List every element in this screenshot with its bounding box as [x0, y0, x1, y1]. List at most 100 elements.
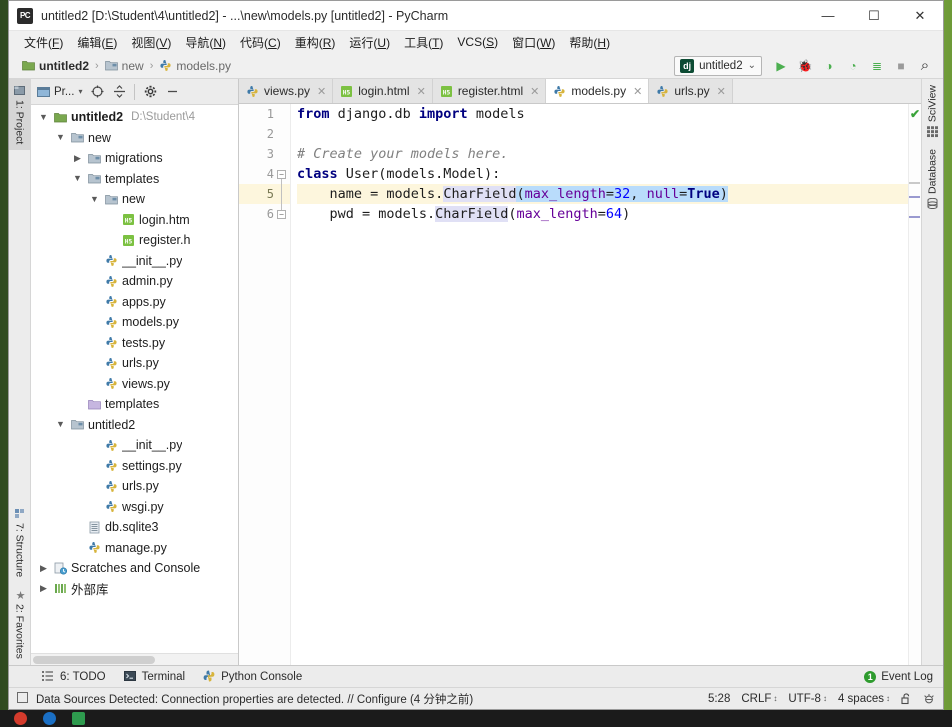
inspection-ok-icon[interactable]: ✔: [910, 107, 920, 121]
tree-node[interactable]: templates: [31, 394, 238, 415]
close-button[interactable]: ✕: [897, 1, 943, 30]
taskbar-app-icon[interactable]: [72, 712, 85, 725]
menu-item-10[interactable]: 帮助(H): [562, 32, 617, 53]
sidebar-item-favorites[interactable]: ★ 2: Favorites: [9, 583, 30, 665]
run-configuration-selector[interactable]: dj untitled2 ⌄: [674, 56, 762, 76]
project-panel-title[interactable]: Pr... ▾: [34, 85, 85, 98]
unlocked-icon[interactable]: [901, 693, 912, 705]
menu-item-5[interactable]: 重构(R): [288, 32, 343, 53]
tree-node[interactable]: ▶Scratches and Console: [31, 558, 238, 579]
menu-item-1[interactable]: 编辑(E): [70, 32, 124, 53]
tree-node[interactable]: ▼new: [31, 189, 238, 210]
tree-node[interactable]: ▶外部库: [31, 579, 238, 600]
code-line[interactable]: pwd = models.CharField(max_length=64): [297, 204, 908, 224]
indent-selector[interactable]: 4 spaces ↕: [838, 693, 890, 705]
sidebar-item-structure[interactable]: 7: Structure: [9, 502, 30, 583]
editor-tab-login-html[interactable]: H5login.html✕: [333, 79, 433, 103]
menu-item-3[interactable]: 导航(N): [178, 32, 233, 53]
close-icon[interactable]: ✕: [530, 85, 539, 98]
select-opened-file-icon[interactable]: [87, 82, 107, 102]
marker-stripe-entry[interactable]: [909, 196, 920, 198]
tree-node[interactable]: wsgi.py: [31, 497, 238, 518]
tree-node[interactable]: __init__.py: [31, 435, 238, 456]
toolwindow-todo[interactable]: 6: TODO: [33, 668, 115, 685]
menu-item-2[interactable]: 视图(V): [124, 32, 178, 53]
toolwindow-python-console[interactable]: Python Console: [194, 668, 311, 685]
tree-node[interactable]: H5login.htm: [31, 210, 238, 231]
minimize-button[interactable]: —: [805, 1, 851, 30]
sidebar-item-project[interactable]: 1: Project: [9, 79, 30, 150]
chevron-right-icon[interactable]: ▶: [37, 582, 50, 595]
profile-button[interactable]: ◔: [841, 55, 865, 77]
tree-node[interactable]: H5register.h: [31, 230, 238, 251]
marker-stripe[interactable]: ✔: [908, 104, 921, 665]
tree-node[interactable]: tests.py: [31, 333, 238, 354]
search-everywhere-button[interactable]: ⌕: [913, 55, 937, 77]
menu-item-4[interactable]: 代码(C): [233, 32, 288, 53]
tree-node[interactable]: __init__.py: [31, 251, 238, 272]
tree-node[interactable]: urls.py: [31, 476, 238, 497]
run-button[interactable]: ▶: [769, 55, 793, 77]
menu-item-9[interactable]: 窗口(W): [505, 32, 562, 53]
scrollbar-thumb[interactable]: [33, 656, 155, 664]
editor-gutter[interactable]: 123456−−: [239, 104, 291, 665]
toolwindow-terminal[interactable]: Terminal: [115, 668, 194, 685]
hector-icon[interactable]: [923, 693, 935, 705]
editor-tab-urls-py[interactable]: urls.py✕: [649, 79, 733, 103]
taskbar-app-icon[interactable]: [14, 712, 27, 725]
tree-node[interactable]: views.py: [31, 374, 238, 395]
tree-node[interactable]: models.py: [31, 312, 238, 333]
status-message[interactable]: Data Sources Detected: Connection proper…: [17, 691, 473, 707]
tree-node[interactable]: ▶migrations: [31, 148, 238, 169]
chevron-right-icon[interactable]: ▶: [37, 562, 50, 575]
line-number[interactable]: 2: [239, 124, 290, 144]
breadcrumb-item-0[interactable]: untitled2: [19, 58, 92, 74]
tree-node[interactable]: ▼untitled2: [31, 415, 238, 436]
fold-collapse-icon[interactable]: −: [277, 210, 286, 219]
menu-item-8[interactable]: VCS(S): [450, 33, 505, 51]
code-line[interactable]: name = models.CharField(max_length=32, n…: [297, 184, 908, 204]
line-number[interactable]: 1: [239, 104, 290, 124]
chevron-down-icon[interactable]: ▼: [54, 131, 67, 144]
chevron-down-icon[interactable]: ▼: [88, 193, 101, 206]
tree-node[interactable]: db.sqlite3: [31, 517, 238, 538]
chevron-down-icon[interactable]: ▼: [37, 111, 50, 124]
line-number[interactable]: 5: [239, 184, 290, 204]
line-separator-selector[interactable]: CRLF ↕: [741, 693, 777, 705]
menu-item-7[interactable]: 工具(T): [397, 32, 450, 53]
settings-gear-icon[interactable]: [140, 82, 160, 102]
breadcrumb-item-1[interactable]: new: [102, 58, 147, 74]
maximize-button[interactable]: ☐: [851, 1, 897, 30]
tree-node[interactable]: manage.py: [31, 538, 238, 559]
editor-tab-models-py[interactable]: models.py✕: [546, 79, 649, 103]
marker-stripe-entry[interactable]: [909, 182, 920, 184]
close-icon[interactable]: ✕: [417, 85, 426, 98]
tree-node[interactable]: ▼new: [31, 128, 238, 149]
sidebar-item-sciview[interactable]: SciView: [922, 79, 943, 143]
code-line[interactable]: from django.db import models: [297, 104, 908, 124]
hide-panel-icon[interactable]: [162, 82, 182, 102]
project-tree[interactable]: ▼untitled2D:\Student\4▼new▶migrations▼te…: [31, 105, 238, 653]
sidebar-item-database[interactable]: Database: [922, 143, 943, 215]
breadcrumb-item-2[interactable]: models.py: [156, 58, 234, 74]
code-content[interactable]: from django.db import models # Create yo…: [291, 104, 908, 665]
marker-stripe-entry[interactable]: [909, 216, 920, 218]
editor-tab-register-html[interactable]: H5register.html✕: [433, 79, 547, 103]
tree-node[interactable]: apps.py: [31, 292, 238, 313]
caret-position[interactable]: 5:28: [708, 693, 730, 705]
chevron-down-icon[interactable]: ▼: [71, 172, 84, 185]
code-line[interactable]: class User(models.Model):: [297, 164, 908, 184]
run-coverage-button[interactable]: ◑: [817, 55, 841, 77]
code-line[interactable]: [297, 124, 908, 144]
encoding-selector[interactable]: UTF-8 ↕: [788, 693, 827, 705]
run-with-console-button[interactable]: ≣: [865, 55, 889, 77]
line-number[interactable]: 3: [239, 144, 290, 164]
close-icon[interactable]: ✕: [717, 85, 726, 98]
debug-button[interactable]: 🐞: [793, 55, 817, 77]
stop-button[interactable]: ■: [889, 55, 913, 77]
code-editor[interactable]: 123456−− from django.db import models # …: [239, 104, 921, 665]
project-tree-horizontal-scrollbar[interactable]: [31, 653, 238, 665]
chevron-right-icon[interactable]: ▶: [71, 152, 84, 165]
code-line[interactable]: # Create your models here.: [297, 144, 908, 164]
close-icon[interactable]: ✕: [633, 85, 642, 98]
